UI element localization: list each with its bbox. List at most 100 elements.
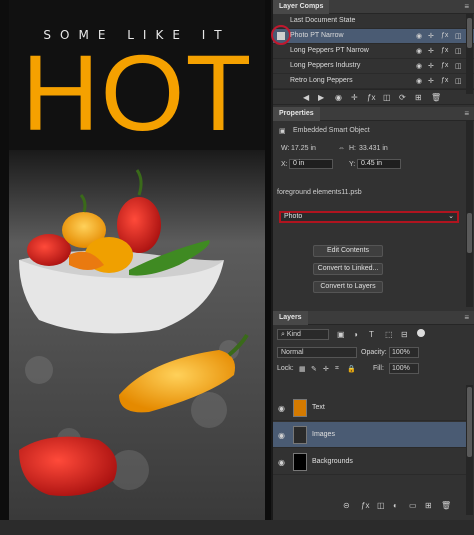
layers-header: Layers ≡ [273, 311, 474, 325]
layer-row-text[interactable]: ◉ Text [273, 395, 466, 421]
comp-row-last-document-state[interactable]: Last Document State [273, 14, 474, 29]
layer-comps-header: Layer Comps ≡ [273, 0, 474, 14]
layer-comp-select[interactable]: Photo ⌄ [279, 211, 459, 223]
layers-scroll-thumb[interactable] [467, 387, 472, 457]
next-comp-icon[interactable]: ▶ [318, 93, 324, 102]
link-layers-icon[interactable]: ⊝ [343, 501, 350, 510]
fx-icon[interactable]: ƒx [441, 77, 448, 84]
blend-mode-select[interactable]: Normal [277, 347, 357, 358]
w-value[interactable]: 17.25 in [291, 145, 316, 152]
edit-contents-button[interactable]: Edit Contents [313, 245, 383, 257]
lock-artboard-icon[interactable]: ⌗ [335, 365, 339, 373]
eye-icon[interactable]: ◉ [278, 431, 285, 440]
lock-transparency-icon[interactable]: ▦ [299, 365, 306, 373]
panel-menu-icon[interactable]: ≡ [464, 2, 469, 11]
y-label: Y: [349, 161, 356, 168]
style-icon[interactable]: ◫ [455, 62, 462, 70]
style-icon[interactable]: ◫ [455, 47, 462, 55]
tab-layers[interactable]: Layers [273, 311, 308, 325]
image-filter-icon[interactable]: ▣ [337, 330, 345, 339]
add-mask-icon[interactable]: ◫ [377, 501, 385, 510]
comp-row-retro-long-peppers[interactable]: Retro Long Peppers ◉ ✛ ƒx ◫ [273, 74, 474, 89]
lock-position-icon[interactable]: ✛ [323, 365, 329, 373]
style-icon[interactable]: ◫ [455, 77, 462, 85]
update-fx-icon[interactable]: ƒx [367, 93, 375, 102]
delete-layer-icon[interactable]: 🗑 [441, 501, 451, 510]
comp-row-long-peppers-pt-narrow[interactable]: Long Peppers PT Narrow ◉ ✛ ƒx ◫ [273, 44, 474, 59]
comp-row-photo-pt-narrow[interactable]: Photo PT Narrow ◉ ✛ ƒx ◫ [271, 25, 474, 45]
layer-comps-toolbar: ◀ ▶ ◉ ✛ ƒx ◫ ⟳ ⊞ 🗑 [273, 89, 474, 105]
fill-field[interactable]: 100% [389, 363, 419, 374]
layers-scrollbar[interactable] [466, 385, 473, 515]
fx-icon[interactable]: ƒx [441, 62, 448, 69]
link-icon[interactable]: ⇔ [338, 145, 345, 152]
x-label: X: [281, 161, 288, 168]
artboard: SOME LIKE IT HOT [9, 0, 265, 520]
style-icon[interactable]: ◫ [455, 32, 462, 40]
layer-comps-list: Last Document State Photo PT Narrow ◉ ✛ … [271, 14, 474, 94]
update-position-icon[interactable]: ✛ [351, 93, 358, 102]
adjustment-filter-icon[interactable]: ◑ [353, 330, 358, 339]
opacity-field[interactable]: 100% [389, 347, 419, 358]
smart-object-thumbnail [293, 426, 307, 444]
opacity-label: Opacity: [361, 349, 387, 356]
previous-comp-icon[interactable]: ◀ [303, 93, 309, 102]
fx-icon[interactable]: ƒx [441, 47, 448, 54]
layer-row-backgrounds[interactable]: ◉ Backgrounds [273, 449, 466, 475]
tab-properties[interactable]: Properties [273, 107, 320, 121]
new-layer-icon[interactable]: ⊞ [425, 501, 432, 510]
layer-name: Images [312, 431, 335, 438]
eye-icon[interactable]: ◉ [416, 77, 422, 85]
adjustment-layer-icon[interactable]: ◐ [393, 501, 398, 510]
folder-thumbnail [293, 399, 307, 417]
layer-row-images[interactable]: ◉ Images [273, 422, 466, 448]
convert-to-layers-button[interactable]: Convert to Layers [313, 281, 383, 293]
eye-icon[interactable]: ◉ [416, 62, 422, 70]
fx-icon[interactable]: ƒx [441, 32, 448, 39]
shape-filter-icon[interactable]: ⬚ [385, 330, 393, 339]
eye-icon[interactable]: ◉ [278, 458, 285, 467]
document-canvas[interactable]: SOME LIKE IT HOT [0, 0, 271, 520]
update-comp-icon[interactable]: ⟳ [399, 93, 406, 102]
lock-paint-icon[interactable]: ✎ [311, 365, 317, 373]
panel-menu-icon[interactable]: ≡ [464, 313, 469, 322]
comp-label: Photo PT Narrow [290, 32, 344, 39]
update-style-icon[interactable]: ◫ [383, 93, 391, 102]
new-group-icon[interactable]: ▭ [409, 501, 417, 510]
filter-kind-value: Kind [286, 331, 301, 338]
move-icon[interactable]: ✛ [428, 47, 434, 55]
fx-icon[interactable]: ƒx [361, 501, 369, 510]
blend-mode-value: Normal [281, 349, 304, 356]
smart-filter-icon[interactable]: ⊟ [401, 330, 408, 339]
lock-all-icon[interactable]: 🔒 [347, 365, 356, 373]
update-visibility-icon[interactable]: ◉ [335, 93, 342, 102]
comp-label: Retro Long Peppers [290, 77, 353, 84]
comps-scroll-thumb[interactable] [467, 18, 472, 48]
tab-layer-comps[interactable]: Layer Comps [273, 0, 330, 14]
properties-scrollbar[interactable] [466, 121, 473, 307]
filter-toggle[interactable] [417, 329, 425, 337]
delete-comp-icon[interactable]: 🗑 [431, 93, 441, 102]
filter-kind-select[interactable]: ⌕ Kind [277, 329, 329, 340]
panel-menu-icon[interactable]: ≡ [464, 109, 469, 118]
convert-to-linked-button[interactable]: Convert to Linked... [313, 263, 383, 275]
panels-column: Layer Comps ≡ Last Document State Photo … [271, 0, 474, 520]
properties-header: Properties ≡ [273, 107, 474, 121]
new-comp-icon[interactable]: ⊞ [415, 93, 422, 102]
artwork-headline: HOT [21, 32, 253, 153]
y-field[interactable]: 0.45 in [357, 159, 401, 169]
eye-icon[interactable]: ◉ [416, 47, 422, 55]
comp-row-long-peppers-industry[interactable]: Long Peppers Industry ◉ ✛ ƒx ◫ [273, 59, 474, 74]
move-icon[interactable]: ✛ [428, 62, 434, 70]
h-value[interactable]: 33.431 in [359, 145, 388, 152]
properties-scroll-thumb[interactable] [467, 213, 472, 253]
layer-thumbnail [293, 453, 307, 471]
move-icon[interactable]: ✛ [428, 77, 434, 85]
type-filter-icon[interactable]: T [369, 330, 374, 339]
eye-icon[interactable]: ◉ [416, 32, 422, 40]
move-icon[interactable]: ✛ [428, 32, 434, 40]
x-field[interactable]: 0 in [289, 159, 333, 169]
eye-icon[interactable]: ◉ [278, 404, 285, 413]
comp-label: Long Peppers PT Narrow [290, 47, 369, 54]
comps-scrollbar[interactable] [466, 14, 473, 94]
